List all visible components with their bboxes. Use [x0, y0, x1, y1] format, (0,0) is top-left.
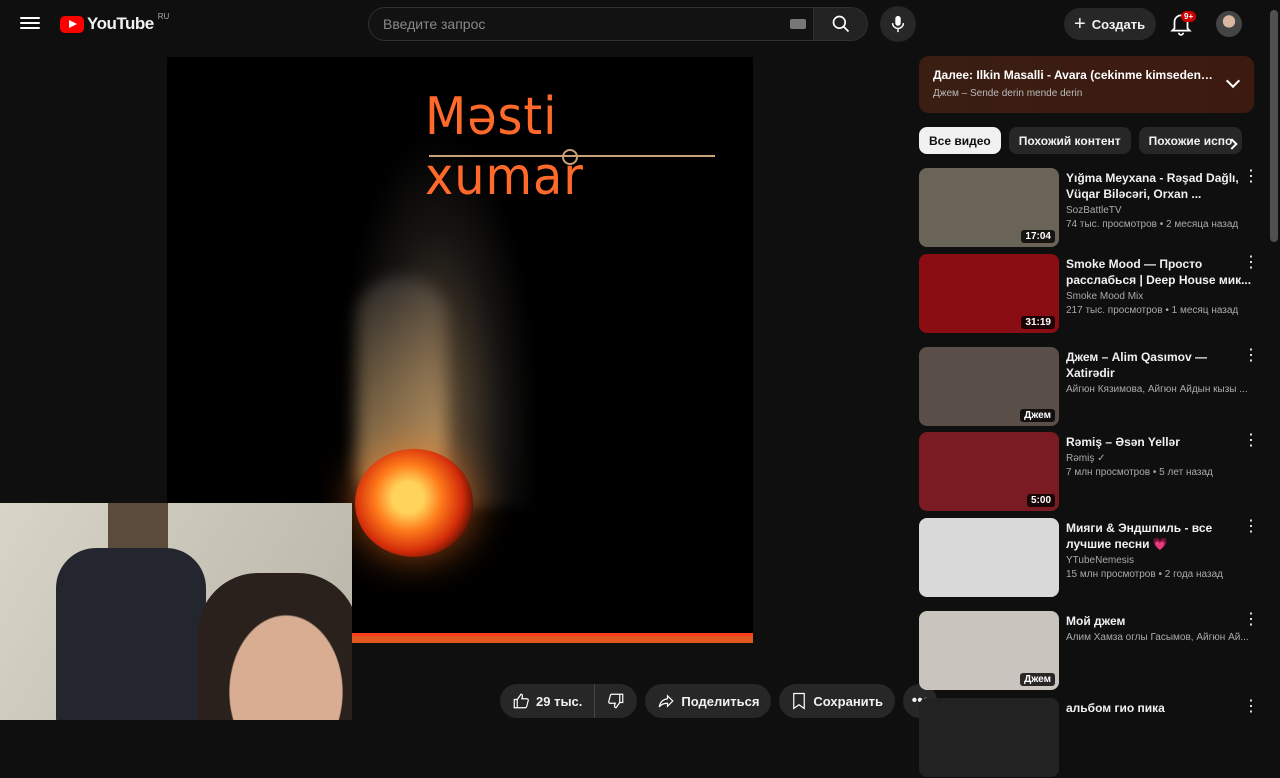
search-bar	[368, 7, 868, 41]
channel-name[interactable]: YTubeNemesis	[1066, 555, 1254, 566]
thumbs-up-icon	[513, 693, 529, 709]
channel-name[interactable]: Айгюн Кязимова, Айгюн Айдын кызы ...	[1066, 384, 1254, 395]
voice-search-button[interactable]	[880, 6, 916, 42]
keyboard-icon[interactable]	[790, 19, 806, 29]
streamer-head	[198, 573, 352, 720]
chip-similar-content[interactable]: Похожий контент	[1008, 127, 1131, 154]
top-bar: YouTube RU + Создать 9+	[0, 0, 1280, 48]
video-title[interactable]: Smoke Mood — Просто расслабься | Deep Ho…	[1066, 256, 1254, 288]
create-label: Создать	[1091, 16, 1146, 32]
channel-name[interactable]: Rəmiş ✓	[1066, 453, 1254, 464]
more-vert-icon[interactable]: ⋮	[1243, 433, 1259, 449]
youtube-play-icon	[60, 15, 84, 33]
share-button[interactable]: Поделиться	[645, 684, 772, 718]
video-thumbnail[interactable]: Джем	[919, 347, 1059, 426]
recommendation-item[interactable]: Джем Джем – Alim Qasımov — Xatirədir Айгюн…	[919, 347, 1269, 427]
like-count: 29 тыс.	[536, 693, 583, 709]
more-vert-icon[interactable]: ⋮	[1243, 519, 1259, 535]
save-button[interactable]: Сохранить	[779, 684, 896, 718]
video-thumbnail[interactable]: 17:04	[919, 168, 1059, 247]
video-info: Джем – Alim Qasımov — Xatirədir Айгюн Кяз…	[1066, 349, 1254, 398]
video-info: Мой джем Алим Хамза оглы Гасымов, Айгюн А…	[1066, 613, 1254, 646]
logo-text: YouTube	[87, 14, 154, 33]
dislike-button[interactable]	[595, 684, 637, 718]
recommendation-item[interactable]: Джем Мой джем Алим Хамза оглы Гасымов, Айг…	[919, 611, 1269, 691]
chip-all-videos[interactable]: Все видео	[919, 127, 1001, 154]
like-button[interactable]: 29 тыс.	[500, 684, 596, 718]
create-button[interactable]: + Создать	[1064, 8, 1156, 40]
youtube-logo[interactable]: YouTube RU	[60, 11, 170, 34]
video-actions: 29 тыс. Поделиться Сохранить •••	[500, 684, 938, 720]
up-next-card[interactable]: Далее: Ilkin Masalli - Avara (cekinme ki…	[919, 56, 1254, 113]
video-info: Smoke Mood — Просто расслабься | Deep Ho…	[1066, 256, 1254, 316]
like-dislike-group: 29 тыс.	[500, 684, 638, 718]
video-thumbnail[interactable]	[919, 698, 1059, 777]
search-input[interactable]	[368, 7, 814, 41]
chip-similar-performers[interactable]: Похожие испо	[1138, 127, 1243, 154]
video-thumbnail[interactable]	[919, 518, 1059, 597]
filter-chips: Все видео Похожий контент Похожие испо	[919, 127, 1254, 154]
video-title[interactable]: Джем – Alim Qasımov — Xatirədir	[1066, 349, 1254, 381]
video-title[interactable]: Yığma Meyxana - Rəşad Dağlı, Vüqar Biləc…	[1066, 170, 1254, 202]
microphone-icon	[891, 15, 905, 33]
gaming-chair	[56, 548, 206, 720]
search-button[interactable]	[814, 7, 868, 41]
channel-name[interactable]: Алим Хамза оглы Гасымов, Айгюн Ай...	[1066, 632, 1254, 643]
video-thumbnail[interactable]: 5:00	[919, 432, 1059, 511]
chevron-down-icon[interactable]	[1225, 73, 1241, 89]
recommendation-item[interactable]: 17:04 Yığma Meyxana - Rəşad Dağlı, Vüqar …	[919, 168, 1269, 248]
up-next-subtitle: Джем – Sende derin mende derin	[933, 88, 1083, 99]
search-icon	[832, 15, 849, 33]
album-art-title: Məsti xumar	[425, 87, 584, 207]
video-info: Мияги & Эндшпиль - все лучшие песни 💗 YTu…	[1066, 520, 1254, 580]
recommendation-item[interactable]: 5:00 Rəmiş – Əsən Yellər Rəmiş ✓ 7 млн прос…	[919, 432, 1269, 512]
duration-badge: 17:04	[1021, 230, 1055, 243]
share-icon	[659, 694, 674, 708]
country-code: RU	[157, 11, 170, 21]
ornament-center	[562, 149, 578, 165]
video-title[interactable]: Мияги & Эндшпиль - все лучшие песни 💗	[1066, 520, 1254, 552]
video-info: Rəmiş – Əsən Yellər Rəmiş ✓ 7 млн просмотр…	[1066, 434, 1254, 478]
page-scrollbar[interactable]	[1270, 10, 1278, 242]
video-thumbnail[interactable]: Джем	[919, 611, 1059, 690]
recommendation-item[interactable]: Мияги & Эндшпиль - все лучшие песни 💗 YTu…	[919, 518, 1269, 598]
video-title[interactable]: Мой джем	[1066, 613, 1254, 629]
webcam-overlay	[0, 503, 352, 720]
more-vert-icon[interactable]: ⋮	[1243, 169, 1259, 185]
more-vert-icon[interactable]: ⋮	[1243, 612, 1259, 628]
video-info: альбом гио пика	[1066, 700, 1254, 722]
notification-badge: 9+	[1181, 11, 1197, 22]
video-title[interactable]: альбом гио пика	[1066, 700, 1254, 716]
recommendation-item[interactable]: 31:19 Smoke Mood — Просто расслабься | De…	[919, 254, 1269, 334]
duration-badge: Джем	[1020, 409, 1055, 422]
bookmark-icon	[793, 692, 806, 710]
video-meta: 7 млн просмотров • 5 лет назад	[1066, 467, 1213, 478]
share-label: Поделиться	[681, 693, 760, 709]
burning-brain-artwork	[355, 449, 473, 557]
recommendation-item[interactable]: альбом гио пика ⋮	[919, 698, 1269, 778]
save-label: Сохранить	[813, 693, 884, 709]
thumbs-down-icon	[608, 693, 624, 709]
menu-icon[interactable]	[20, 14, 40, 34]
account-avatar[interactable]	[1216, 11, 1242, 37]
video-meta: 74 тыс. просмотров • 2 месяца назад	[1066, 219, 1239, 230]
channel-name[interactable]: Smoke Mood Mix	[1066, 291, 1254, 302]
video-meta: 15 млн просмотров • 2 года назад	[1066, 569, 1223, 580]
duration-badge: 5:00	[1026, 494, 1055, 507]
video-info: Yığma Meyxana - Rəşad Dağlı, Vüqar Biləc…	[1066, 170, 1254, 230]
video-meta: 217 тыс. просмотров • 1 месяц назад	[1066, 305, 1239, 316]
more-vert-icon[interactable]: ⋮	[1243, 255, 1259, 271]
more-vert-icon[interactable]: ⋮	[1243, 699, 1259, 715]
duration-badge: Джем	[1020, 673, 1055, 686]
more-vert-icon[interactable]: ⋮	[1243, 348, 1259, 364]
video-title[interactable]: Rəmiş – Əsən Yellər	[1066, 434, 1254, 450]
channel-name[interactable]: SozBattleTV	[1066, 205, 1254, 216]
up-next-title: Далее: Ilkin Masalli - Avara (cekinme ki…	[933, 68, 1213, 82]
duration-badge: 31:19	[1021, 316, 1055, 329]
video-thumbnail[interactable]: 31:19	[919, 254, 1059, 333]
plus-icon: +	[1074, 13, 1086, 35]
